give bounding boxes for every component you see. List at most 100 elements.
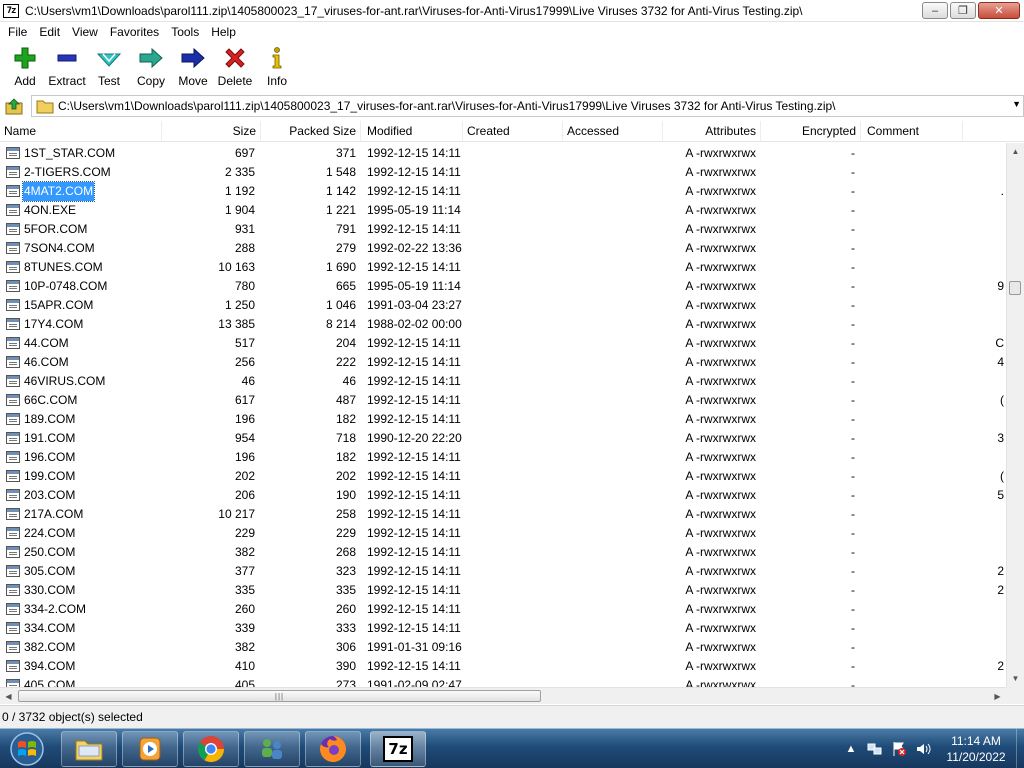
copy-button[interactable]: Copy [130,42,172,94]
chevron-up-icon[interactable]: ▲ [842,740,860,758]
attributes-cell: A -rwxrwxrwx [685,678,756,687]
network-icon[interactable] [866,740,884,758]
menu-view[interactable]: View [66,22,104,42]
vertical-scrollbar[interactable]: ▲ ▼ [1006,143,1024,687]
explorer-task[interactable] [61,731,117,767]
volume-icon[interactable] [914,740,932,758]
file-icon [6,280,20,292]
minimize-button[interactable]: – [922,2,948,19]
column-comment[interactable]: Comment [863,121,963,142]
copy-arrow-icon [136,46,166,70]
menu-favorites[interactable]: Favorites [104,22,165,42]
table-row[interactable]: 224.COM 229 229 1992-12-15 14:11 A -rwxrwxrw… [0,524,1006,543]
table-row[interactable]: 405.COM 405 273 1991-02-09 02:47 A -rwxrwxrw… [0,676,1006,687]
chevron-down-icon[interactable]: ▼ [1012,99,1021,109]
move-button[interactable]: Move [172,42,214,94]
attributes-cell: A -rwxrwxrwx [685,526,756,540]
name-cell: 334.COM [24,621,76,635]
table-row[interactable]: 17Y4.COM 13 385 8 214 1988-02-02 00:00 A -rw… [0,315,1006,334]
attributes-cell: A -rwxrwxrwx [685,412,756,426]
clock[interactable]: 11:14 AM 11/20/2022 [936,733,1016,765]
horizontal-scrollbar[interactable]: ◀ ||| ▶ [0,687,1006,704]
table-row[interactable]: 203.COM 206 190 1992-12-15 14:11 A -rwxrwxrw… [0,486,1006,505]
add-button[interactable]: Add [4,42,46,94]
table-row[interactable]: 1ST_STAR.COM 697 371 1992-12-15 14:11 A -rwx… [0,144,1006,163]
file-icon [6,242,20,254]
table-row[interactable]: 382.COM 382 306 1991-01-31 09:16 A -rwxrwxrw… [0,638,1006,657]
firefox-task[interactable] [305,731,361,767]
sevenzip-task[interactable]: 7z [370,731,426,767]
table-row[interactable]: 44.COM 517 204 1992-12-15 14:11 A -rwxrwxrwx… [0,334,1006,353]
table-row[interactable]: 5FOR.COM 931 791 1992-12-15 14:11 A -rwxrwxr… [0,220,1006,239]
horizontal-scroll-thumb[interactable]: ||| [18,690,541,702]
file-icon [6,527,20,539]
table-row[interactable]: 66C.COM 617 487 1992-12-15 14:11 A -rwxrwxrw… [0,391,1006,410]
table-row[interactable]: 394.COM 410 390 1992-12-15 14:11 A -rwxrwxrw… [0,657,1006,676]
menu-file[interactable]: File [2,22,33,42]
show-desktop-button[interactable] [1016,729,1024,768]
scroll-left-icon[interactable]: ◀ [0,688,17,705]
name-cell: 5FOR.COM [24,222,88,236]
scroll-down-icon[interactable]: ▼ [1007,670,1024,687]
size-cell: 206 [234,488,255,502]
table-row[interactable]: 7SON4.COM 288 279 1992-02-22 13:36 A -rwxrwx… [0,239,1006,258]
table-row[interactable]: 305.COM 377 323 1992-12-15 14:11 A -rwxrwxrw… [0,562,1006,581]
table-row[interactable]: 196.COM 196 182 1992-12-15 14:11 A -rwxrwxrw… [0,448,1006,467]
name-cell: 305.COM [24,564,76,578]
size-cell: 196 [234,450,255,464]
7zip-app-icon: 7z [3,3,19,18]
maximize-button[interactable]: ❐ [950,2,976,19]
table-row[interactable]: 334-2.COM 260 260 1992-12-15 14:11 A -rwxrwx… [0,600,1006,619]
table-row[interactable]: 15APR.COM 1 250 1 046 1991-03-04 23:27 A -rw… [0,296,1006,315]
action-center-flag-icon[interactable] [890,740,908,758]
up-folder-button[interactable] [3,95,25,117]
column-accessed[interactable]: Accessed [563,121,663,142]
table-row[interactable]: 199.COM 202 202 1992-12-15 14:11 A -rwxrwxrw… [0,467,1006,486]
chrome-task[interactable] [183,731,239,767]
table-row[interactable]: 191.COM 954 718 1990-12-20 22:20 A -rwxrwxrw… [0,429,1006,448]
table-row[interactable]: 189.COM 196 182 1992-12-15 14:11 A -rwxrwxrw… [0,410,1006,429]
size-cell: 339 [234,621,255,635]
file-list: 1ST_STAR.COM 697 371 1992-12-15 14:11 A -rwx… [0,143,1006,687]
modified-cell: 1992-12-15 14:11 [367,355,461,369]
table-row[interactable]: 250.COM 382 268 1992-12-15 14:11 A -rwxrwxrw… [0,543,1006,562]
media-player-task[interactable] [122,731,178,767]
start-button[interactable] [4,730,50,768]
address-field[interactable]: C:\Users\vm1\Downloads\parol111.zip\1405… [31,95,1024,117]
scroll-right-icon[interactable]: ▶ [989,688,1006,705]
table-row[interactable]: 330.COM 335 335 1992-12-15 14:11 A -rwxrwxrw… [0,581,1006,600]
table-row[interactable]: 8TUNES.COM 10 163 1 690 1992-12-15 14:11 A -… [0,258,1006,277]
column-created[interactable]: Created [463,121,563,142]
delete-button[interactable]: Delete [214,42,256,94]
table-row[interactable]: 2-TIGERS.COM 2 335 1 548 1992-12-15 14:11 A … [0,163,1006,182]
table-row[interactable]: 46.COM 256 222 1992-12-15 14:11 A -rwxrwxrwx… [0,353,1006,372]
menu-edit[interactable]: Edit [33,22,66,42]
column-encrypted[interactable]: Encrypted [761,121,861,142]
table-row[interactable]: 10P-0748.COM 780 665 1995-05-19 11:14 A -rwx… [0,277,1006,296]
column-packed-size[interactable]: Packed Size [261,121,361,142]
menu-help[interactable]: Help [205,22,242,42]
table-row[interactable]: 46VIRUS.COM 46 46 1992-12-15 14:11 A -rwxrwx… [0,372,1006,391]
table-row[interactable]: 4ON.EXE 1 904 1 221 1995-05-19 11:14 A -rwxr… [0,201,1006,220]
column-attributes[interactable]: Attributes [662,121,761,142]
attributes-cell: A -rwxrwxrwx [685,374,756,388]
size-cell: 617 [234,393,255,407]
scroll-up-icon[interactable]: ▲ [1007,143,1024,160]
table-row[interactable]: 4MAT2.COM 1 192 1 142 1992-12-15 14:11 A -rw… [0,181,1006,202]
network-task[interactable] [244,731,300,767]
info-button[interactable]: Info [256,42,298,94]
menu-tools[interactable]: Tools [165,22,205,42]
vertical-scroll-thumb[interactable] [1009,281,1021,295]
column-size[interactable]: Size [162,121,261,142]
close-button[interactable]: ✕ [978,2,1020,19]
test-button[interactable]: Test [88,42,130,94]
column-modified[interactable]: Modified [363,121,463,142]
firefox-icon [320,736,346,762]
table-row[interactable]: 217A.COM 10 217 258 1992-12-15 14:11 A -rwxr… [0,505,1006,524]
encrypted-cell: - [851,222,855,236]
column-name[interactable]: Name [0,121,162,142]
table-row[interactable]: 334.COM 339 333 1992-12-15 14:11 A -rwxrwxrw… [0,619,1006,638]
extract-button[interactable]: Extract [46,42,88,94]
name-cell: 4ON.EXE [24,203,77,217]
attributes-cell: A -rwxrwxrwx [685,298,756,312]
